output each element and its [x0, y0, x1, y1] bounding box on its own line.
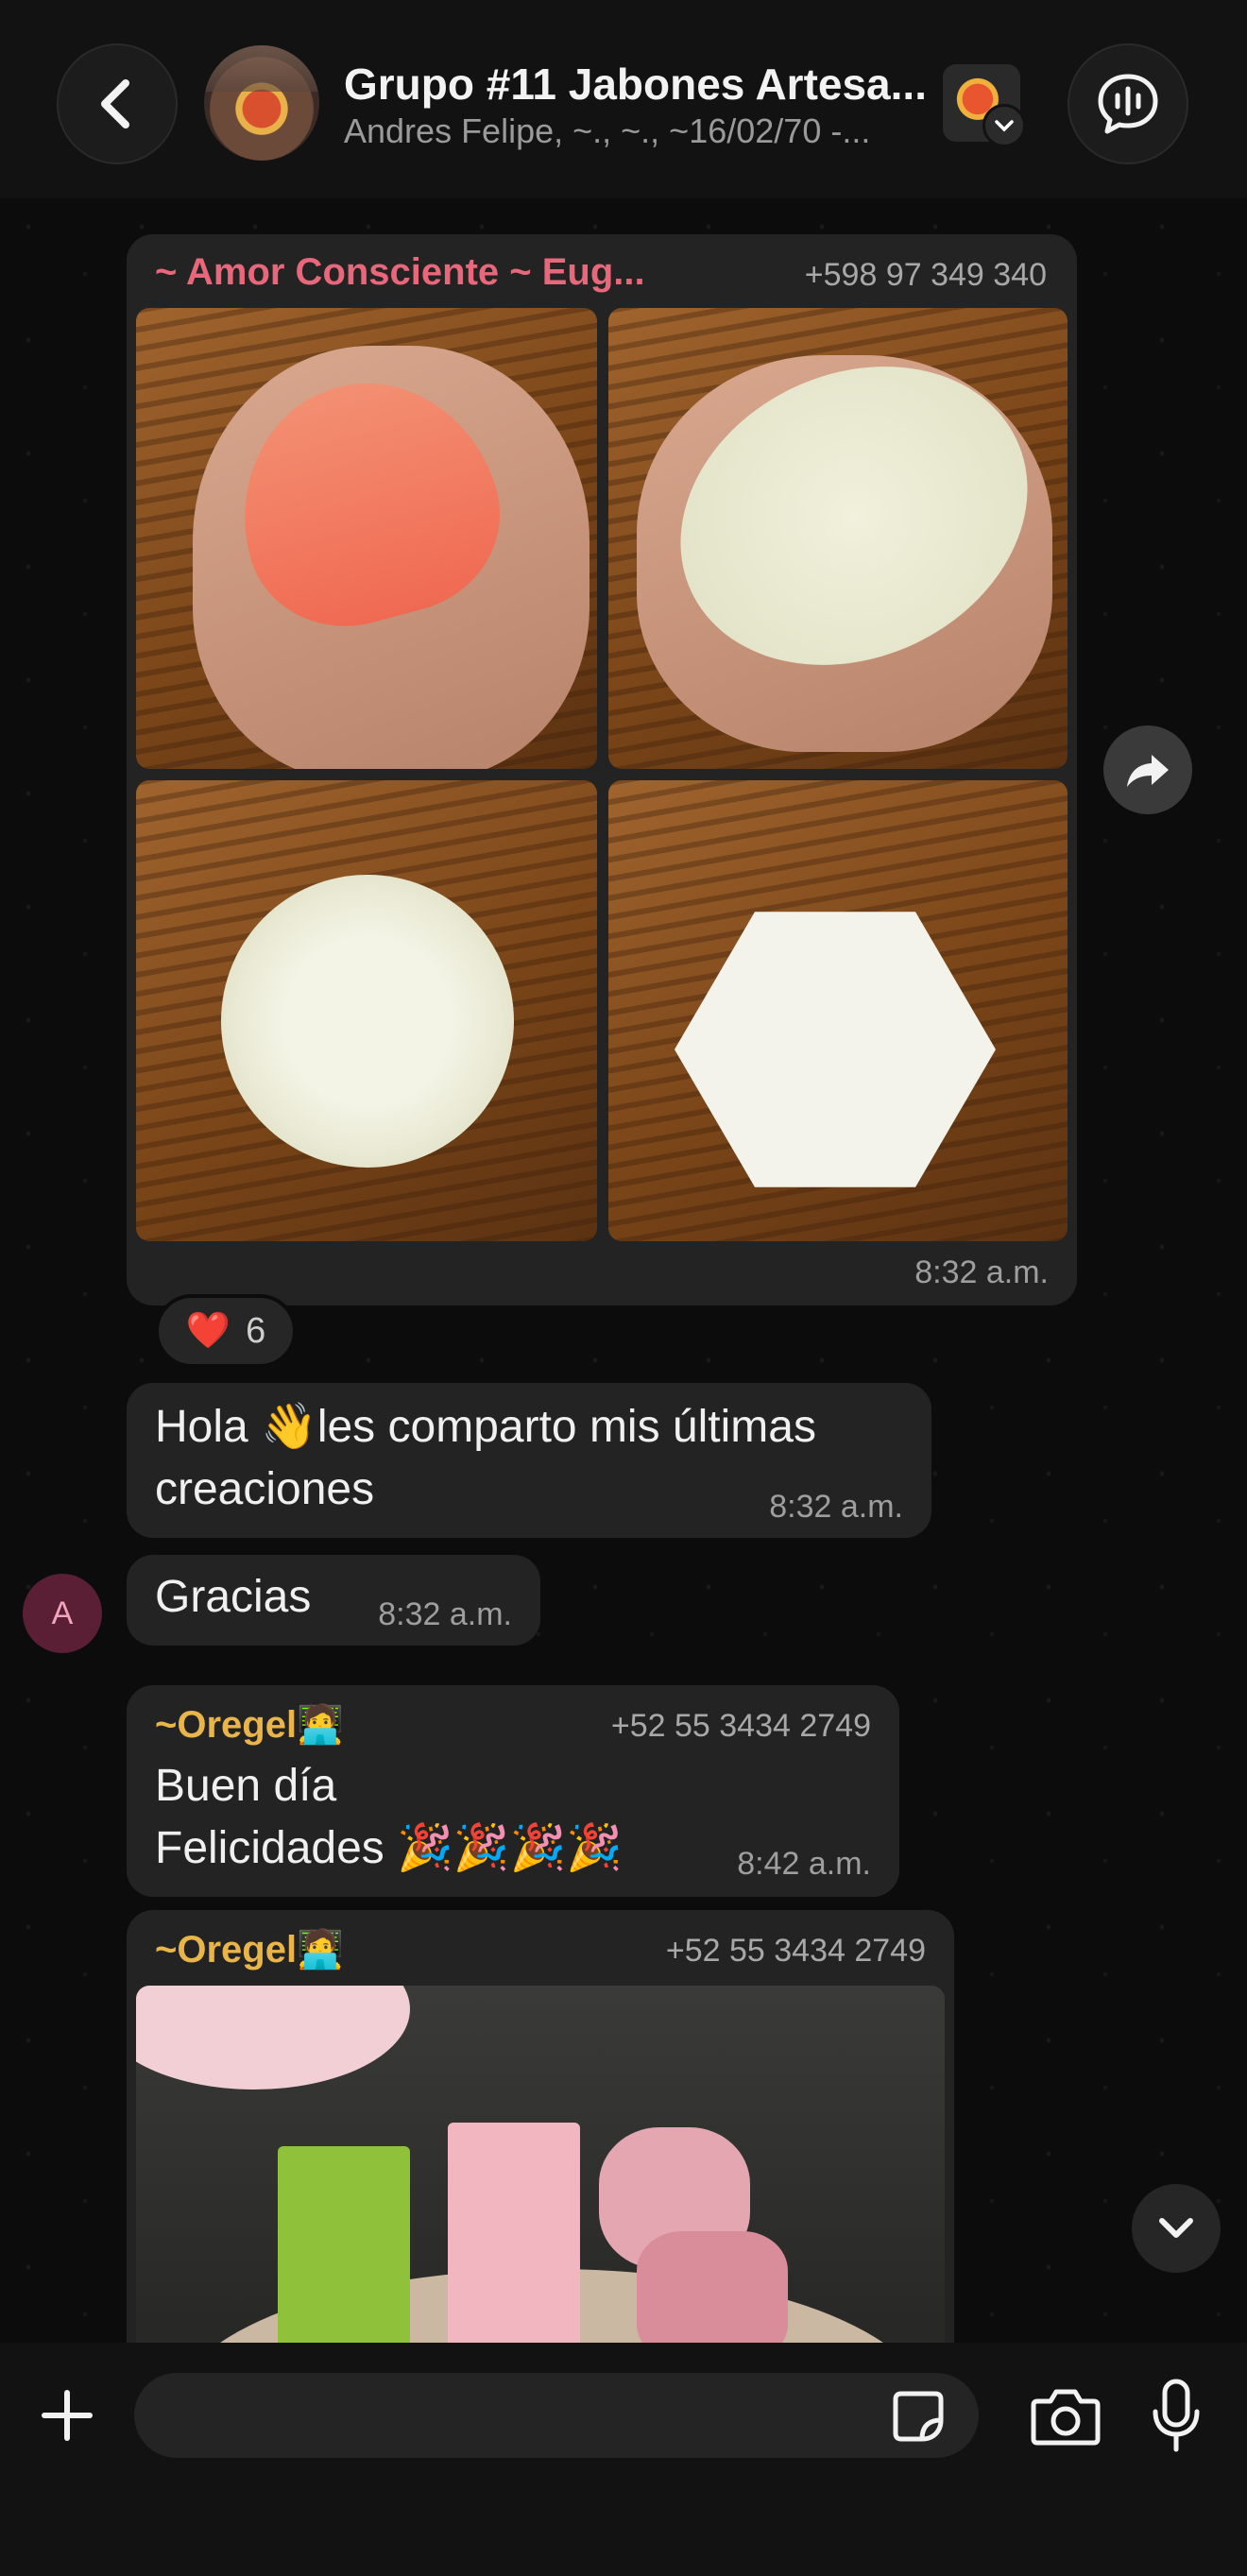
reaction-pill[interactable]: ❤️ 6 — [155, 1294, 297, 1368]
scroll-to-bottom-button[interactable] — [1132, 2184, 1221, 2273]
album-photo-round-soap[interactable] — [136, 780, 597, 1241]
attach-button[interactable] — [34, 2382, 100, 2448]
chat-header: Grupo #11 Jabones Artesa... Andres Felip… — [0, 0, 1247, 198]
waveform-icon — [1098, 74, 1158, 134]
microphone-icon — [1153, 2379, 1200, 2452]
sender-name[interactable]: ~ Amor Consciente ~ Eug... — [155, 251, 645, 294]
message-timestamp: 8:32 a.m. — [914, 1254, 1049, 1290]
sender-name[interactable]: ~Oregel🧑‍💻 — [155, 1927, 344, 1971]
community-badge[interactable] — [943, 64, 1026, 147]
group-avatar[interactable] — [204, 45, 319, 161]
message-timestamp: 8:42 a.m. — [737, 1846, 871, 1882]
album-photo-heart-soap[interactable] — [136, 308, 597, 769]
message-text-line: creaciones — [155, 1464, 375, 1514]
message-bubble[interactable]: ~Oregel🧑‍💻 +52 55 3434 2749 Buen día Fel… — [127, 1685, 899, 1897]
plus-icon — [42, 2390, 93, 2441]
forward-arrow-icon — [1127, 755, 1169, 787]
back-button[interactable] — [57, 43, 178, 164]
product-photo[interactable] — [136, 1986, 945, 2363]
microphone-button[interactable] — [1145, 2375, 1207, 2456]
forward-button[interactable] — [1103, 725, 1192, 814]
voice-chat-button[interactable] — [1068, 43, 1188, 164]
sticker-icon — [893, 2391, 944, 2442]
message-timestamp: 8:32 a.m. — [769, 1489, 903, 1525]
heart-reaction-icon: ❤️ — [185, 1311, 231, 1351]
reaction-count: 6 — [246, 1310, 266, 1351]
album-photo-bee-oval-soap[interactable] — [608, 308, 1068, 769]
message-timestamp: 8:32 a.m. — [378, 1596, 512, 1632]
camera-button[interactable] — [1028, 2380, 1103, 2452]
message-bubble[interactable]: Gracias 8:32 a.m. — [127, 1555, 540, 1646]
sender-avatar[interactable]: A — [23, 1574, 102, 1653]
group-members-subtitle[interactable]: Andres Felipe, ~., ~., ~16/02/70 -... — [344, 111, 930, 151]
composer-bar — [0, 2343, 1247, 2576]
sender-phone: +52 55 3434 2749 — [610, 1708, 871, 1744]
chevron-down-icon — [1159, 2218, 1193, 2238]
image-message-bubble[interactable]: ~Oregel🧑‍💻 +52 55 3434 2749 — [127, 1910, 954, 2363]
message-text-line: Buen día — [155, 1761, 337, 1811]
message-input[interactable] — [134, 2373, 979, 2458]
camera-icon — [1031, 2389, 1101, 2446]
album-message-bubble[interactable]: ~ Amor Consciente ~ Eug... +598 97 349 3… — [127, 234, 1077, 1305]
sticker-button[interactable] — [888, 2386, 948, 2447]
message-text-line: Felicidades 🎉🎉🎉🎉 — [155, 1823, 624, 1873]
album-photo-honeycomb-soap[interactable] — [608, 780, 1068, 1241]
message-bubble[interactable]: Hola 👋les comparto mis últimas creacione… — [127, 1383, 931, 1538]
chevron-down-icon — [982, 104, 1026, 147]
message-text-line: Hola 👋les comparto mis últimas — [155, 1402, 816, 1452]
group-title[interactable]: Grupo #11 Jabones Artesa... — [344, 59, 930, 110]
sender-name[interactable]: ~Oregel🧑‍💻 — [155, 1702, 344, 1747]
message-text: Gracias — [155, 1572, 312, 1622]
sender-phone: +52 55 3434 2749 — [665, 1933, 926, 1969]
sender-phone: +598 97 349 340 — [804, 257, 1047, 293]
chevron-left-icon — [101, 79, 129, 128]
